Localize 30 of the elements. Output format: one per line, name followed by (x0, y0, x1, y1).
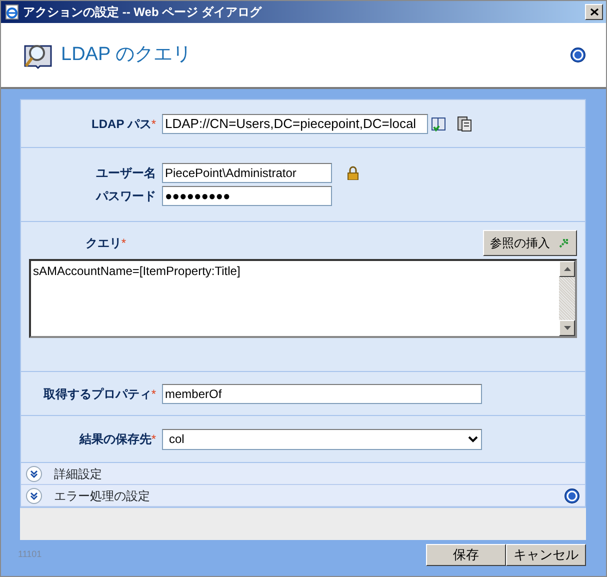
arrow-icon (558, 237, 570, 249)
version-code: 11101 (18, 548, 42, 562)
expand-icon[interactable] (26, 488, 42, 504)
field-label: 結果の保存先* (78, 431, 157, 448)
dialog-heading: LDAP のクエリ (61, 42, 192, 67)
dialog-button[interactable]: 保存 (426, 544, 506, 566)
close-icon (590, 8, 598, 16)
result-dropdown[interactable]: col (162, 428, 482, 450)
field-label: クエリ* (84, 235, 127, 252)
field-label: ユーザー名 (95, 165, 157, 182)
password-field[interactable]: ●●●●●●●●● (162, 186, 332, 206)
scrollbar[interactable] (559, 261, 575, 336)
address-book-icon[interactable] (431, 116, 447, 132)
dialog-button[interactable]: キャンセル (506, 544, 586, 566)
insert-reference-button[interactable]: 参照の挿入 (483, 230, 577, 256)
section-toggle[interactable]: 詳細設定 (54, 464, 102, 482)
scroll-up-icon[interactable] (564, 267, 570, 271)
property-field[interactable]: memberOf (162, 384, 482, 404)
window-title: アクションの設定 -- Web ページ ダイアログ (23, 4, 262, 21)
username-field[interactable]: PiecePoint\Administrator (162, 163, 332, 183)
scroll-down-icon[interactable] (564, 326, 570, 330)
expand-icon[interactable] (26, 466, 42, 482)
field-label: 取得するプロパティ* (42, 386, 157, 402)
section-toggle[interactable]: エラー処理の設定 (54, 486, 150, 504)
lock-icon[interactable] (347, 166, 359, 180)
field-label: パスワード (94, 188, 157, 205)
field-label: LDAP パス* (90, 116, 157, 132)
browser-icon (4, 4, 20, 20)
close-button[interactable] (585, 4, 603, 20)
ldap-path-field[interactable]: LDAP://CN=Users,DC=piecepoint,DC=local (162, 114, 428, 134)
